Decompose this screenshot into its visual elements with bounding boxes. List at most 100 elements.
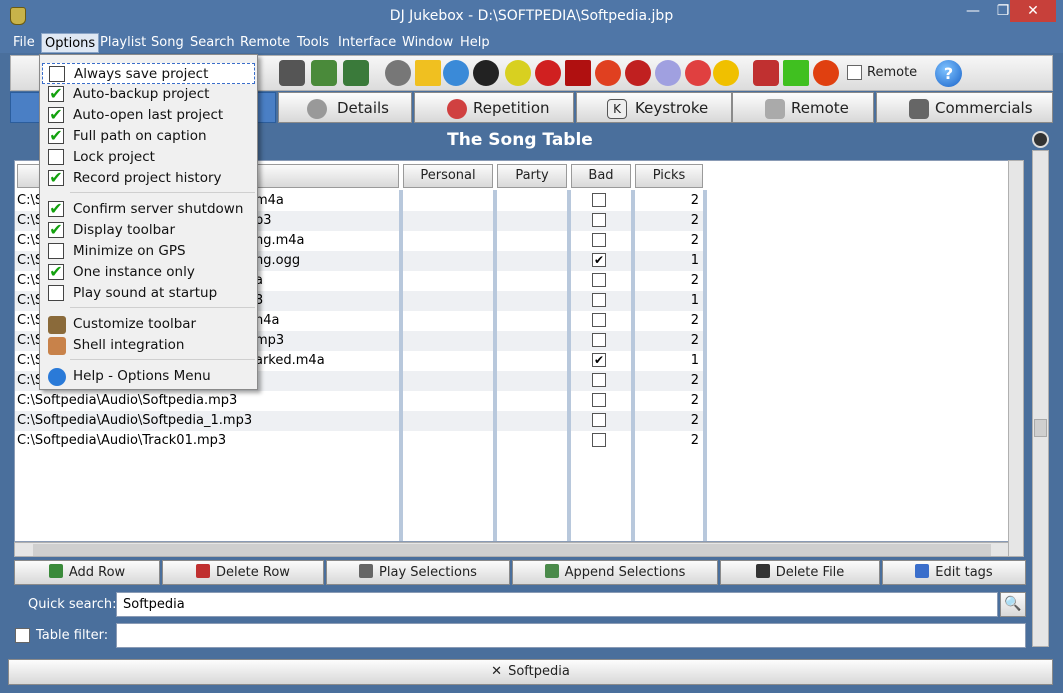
warning-icon[interactable] xyxy=(415,60,441,86)
tab-keystroke[interactable]: K Keystroke xyxy=(576,92,732,123)
disc-play-icon[interactable] xyxy=(473,60,499,86)
red-disc-icon[interactable] xyxy=(625,60,651,86)
bad-checkbox[interactable] xyxy=(592,333,606,347)
add-row-button[interactable]: Add Row xyxy=(14,560,160,585)
scroll-thumb[interactable] xyxy=(33,544,991,556)
menu-checkbox[interactable]: ✔ xyxy=(48,107,64,123)
menu-remote[interactable]: Remote xyxy=(240,35,290,50)
options-menu-item[interactable]: Shell integration xyxy=(42,335,255,356)
options-menu-item[interactable]: ✔ One instance only xyxy=(42,262,255,283)
plug-icon[interactable] xyxy=(753,60,779,86)
menu-checkbox[interactable]: ✔ xyxy=(48,264,64,280)
table-row[interactable]: C:\Softpedia\Audio\Track01.mp3 2 xyxy=(15,431,705,451)
options-menu-item[interactable]: ✔ Record project history xyxy=(42,168,255,189)
options-menu-item[interactable]: Minimize on GPS xyxy=(42,241,255,262)
menu-checkbox[interactable]: ✔ xyxy=(48,222,64,238)
music-note-icon[interactable] xyxy=(443,60,469,86)
column-header-personal[interactable]: Personal xyxy=(403,164,493,188)
minimize-button[interactable]: — xyxy=(958,0,988,22)
options-menu-item[interactable]: Customize toolbar xyxy=(42,314,255,335)
apple-icon[interactable] xyxy=(535,60,561,86)
bad-checkbox[interactable]: ✔ xyxy=(592,253,606,267)
options-menu-item[interactable]: Play sound at startup xyxy=(42,283,255,304)
binoculars-next-icon[interactable] xyxy=(311,60,337,86)
bad-checkbox[interactable] xyxy=(592,273,606,287)
append-selections-button[interactable]: Append Selections xyxy=(512,560,718,585)
page-vertical-scrollbar[interactable] xyxy=(1032,150,1049,647)
table-filter-checkbox[interactable] xyxy=(15,628,30,643)
options-menu-item[interactable]: Lock project xyxy=(42,147,255,168)
eject-icon[interactable] xyxy=(1032,131,1049,148)
close-button[interactable]: ✕ xyxy=(1010,0,1056,22)
menu-checkbox[interactable] xyxy=(49,66,65,82)
menu-checkbox[interactable]: ✔ xyxy=(48,201,64,217)
bad-checkbox[interactable] xyxy=(592,373,606,387)
menu-interface[interactable]: Interface xyxy=(338,35,396,50)
options-menu-item[interactable]: ✔ Auto-backup project xyxy=(42,84,255,105)
menu-tools[interactable]: Tools xyxy=(297,35,329,50)
delete-file-button[interactable]: Delete File xyxy=(720,560,880,585)
menu-checkbox[interactable] xyxy=(48,243,64,259)
table-row[interactable]: C:\Softpedia\Audio\Softpedia_1.mp3 2 xyxy=(15,411,705,431)
menu-checkbox[interactable] xyxy=(48,285,64,301)
menu-checkbox[interactable]: ✔ xyxy=(48,86,64,102)
column-header-picks[interactable]: Picks xyxy=(635,164,703,188)
search-icon[interactable]: 🔍 xyxy=(1000,592,1026,617)
scroll-thumb[interactable] xyxy=(1034,419,1047,437)
table-vertical-scrollbar[interactable] xyxy=(1008,160,1024,557)
head-icon[interactable] xyxy=(385,60,411,86)
binoculars-add-icon[interactable] xyxy=(343,60,369,86)
pie-icon[interactable] xyxy=(685,60,711,86)
bad-checkbox[interactable] xyxy=(592,413,606,427)
tab-repetition[interactable]: Repetition xyxy=(414,92,574,123)
horizontal-scrollbar[interactable] xyxy=(14,542,1010,557)
menu-help[interactable]: Help xyxy=(460,35,490,50)
menu-file[interactable]: File xyxy=(13,35,35,50)
delete-row-button[interactable]: Delete Row xyxy=(162,560,324,585)
binoculars-icon[interactable] xyxy=(279,60,305,86)
column-header-bad[interactable]: Bad xyxy=(571,164,631,188)
options-menu-item[interactable]: ✔ Display toolbar xyxy=(42,220,255,241)
bad-checkbox[interactable]: ✔ xyxy=(592,353,606,367)
menu-checkbox[interactable]: ✔ xyxy=(48,170,64,186)
cd-icon[interactable] xyxy=(655,60,681,86)
flag-icon[interactable] xyxy=(565,60,591,86)
options-menu-item[interactable]: ✔ Auto-open last project xyxy=(42,105,255,126)
menu-song[interactable]: Song xyxy=(151,35,184,50)
menu-playlist[interactable]: Playlist xyxy=(100,35,146,50)
table-filter-input[interactable] xyxy=(116,623,1026,648)
remote-checkbox[interactable] xyxy=(847,65,862,80)
bad-checkbox[interactable] xyxy=(592,393,606,407)
star-icon[interactable] xyxy=(713,60,739,86)
bad-checkbox[interactable] xyxy=(592,433,606,447)
tab-remote[interactable]: Remote xyxy=(732,92,874,123)
power-icon[interactable] xyxy=(813,60,839,86)
options-menu-item[interactable]: ✔ Full path on caption xyxy=(42,126,255,147)
status-bar[interactable]: ✕ Softpedia xyxy=(8,659,1053,685)
column-header-party[interactable]: Party xyxy=(497,164,567,188)
bad-checkbox[interactable] xyxy=(592,313,606,327)
loading-icon[interactable] xyxy=(783,60,809,86)
options-menu-item[interactable]: Help - Options Menu xyxy=(42,366,255,387)
close-icon[interactable]: ✕ xyxy=(491,664,502,679)
target-icon[interactable] xyxy=(595,60,621,86)
quick-search-input[interactable] xyxy=(116,592,998,617)
tab-commercials[interactable]: Commercials xyxy=(876,92,1053,123)
table-row[interactable]: C:\Softpedia\Audio\Softpedia.mp3 2 xyxy=(15,391,705,411)
tab-details[interactable]: Details xyxy=(278,92,412,123)
menu-search[interactable]: Search xyxy=(190,35,235,50)
menu-checkbox[interactable]: ✔ xyxy=(48,128,64,144)
bad-checkbox[interactable] xyxy=(592,233,606,247)
bad-checkbox[interactable] xyxy=(592,213,606,227)
help-icon[interactable]: ? xyxy=(935,60,962,87)
menu-options[interactable]: Options xyxy=(41,33,100,53)
yellow-disc-icon[interactable] xyxy=(505,60,531,86)
edit-tags-button[interactable]: Edit tags xyxy=(882,560,1026,585)
bad-checkbox[interactable] xyxy=(592,293,606,307)
play-selections-button[interactable]: Play Selections xyxy=(326,560,510,585)
menu-checkbox[interactable] xyxy=(48,149,64,165)
options-menu-item[interactable]: ✔ Confirm server shutdown xyxy=(42,199,255,220)
menu-window[interactable]: Window xyxy=(402,35,453,50)
options-menu-item[interactable]: Always save project xyxy=(42,63,255,84)
bad-checkbox[interactable] xyxy=(592,193,606,207)
